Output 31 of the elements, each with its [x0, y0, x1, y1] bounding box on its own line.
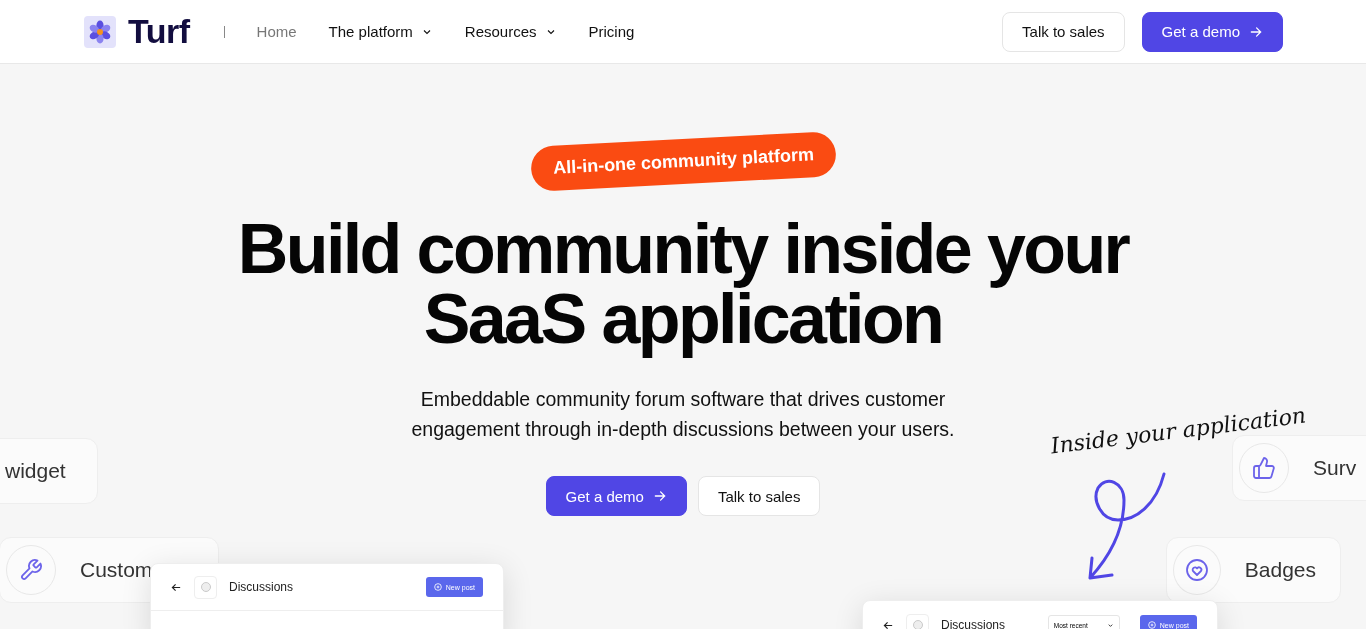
thumbs-up-icon [1252, 456, 1276, 480]
plus-circle-icon [433, 583, 442, 591]
curly-arrow-icon [1086, 470, 1168, 582]
nav-link[interactable]: Pricing [588, 23, 635, 40]
panel-title: Discussions [941, 618, 1006, 629]
talk-to-sales-button[interactable]: Talk to sales [697, 476, 821, 516]
brand-name: Turf [128, 12, 190, 51]
arrow-right-icon [652, 489, 667, 503]
plus-circle-icon [1147, 621, 1156, 629]
flower-logo-icon [84, 15, 116, 48]
feature-label: Surv [1313, 456, 1357, 480]
back-arrow-icon [171, 581, 182, 593]
feature-label: widget [5, 459, 66, 483]
nav-link[interactable]: Resources [464, 23, 557, 40]
get-demo-button[interactable]: Get a demo [545, 476, 687, 516]
get-demo-button[interactable]: Get a demo [1141, 11, 1283, 52]
hero-subtitle: Embeddable community forum software that drives customer engagement through in-depth discussions between your users. [411, 387, 955, 442]
arrow-right-icon [1249, 24, 1263, 39]
handwritten-note: Inside your application [1049, 402, 1308, 459]
feature-label: Badges [1244, 558, 1316, 582]
tagline-badge: All-in-one community platform [529, 131, 837, 192]
back-arrow-icon [883, 619, 894, 629]
feature-label: Custom [80, 558, 153, 582]
talk-to-sales-button[interactable]: Talk to sales [1002, 11, 1125, 52]
chat-icon [194, 575, 217, 599]
heart-badge-icon [1184, 558, 1209, 582]
nav-link[interactable]: Home [256, 23, 297, 40]
wrench-icon [19, 558, 43, 582]
chevron-down-icon [1106, 621, 1114, 629]
panel-title: Discussions [229, 580, 294, 594]
nav-link[interactable]: The platform [328, 23, 433, 40]
